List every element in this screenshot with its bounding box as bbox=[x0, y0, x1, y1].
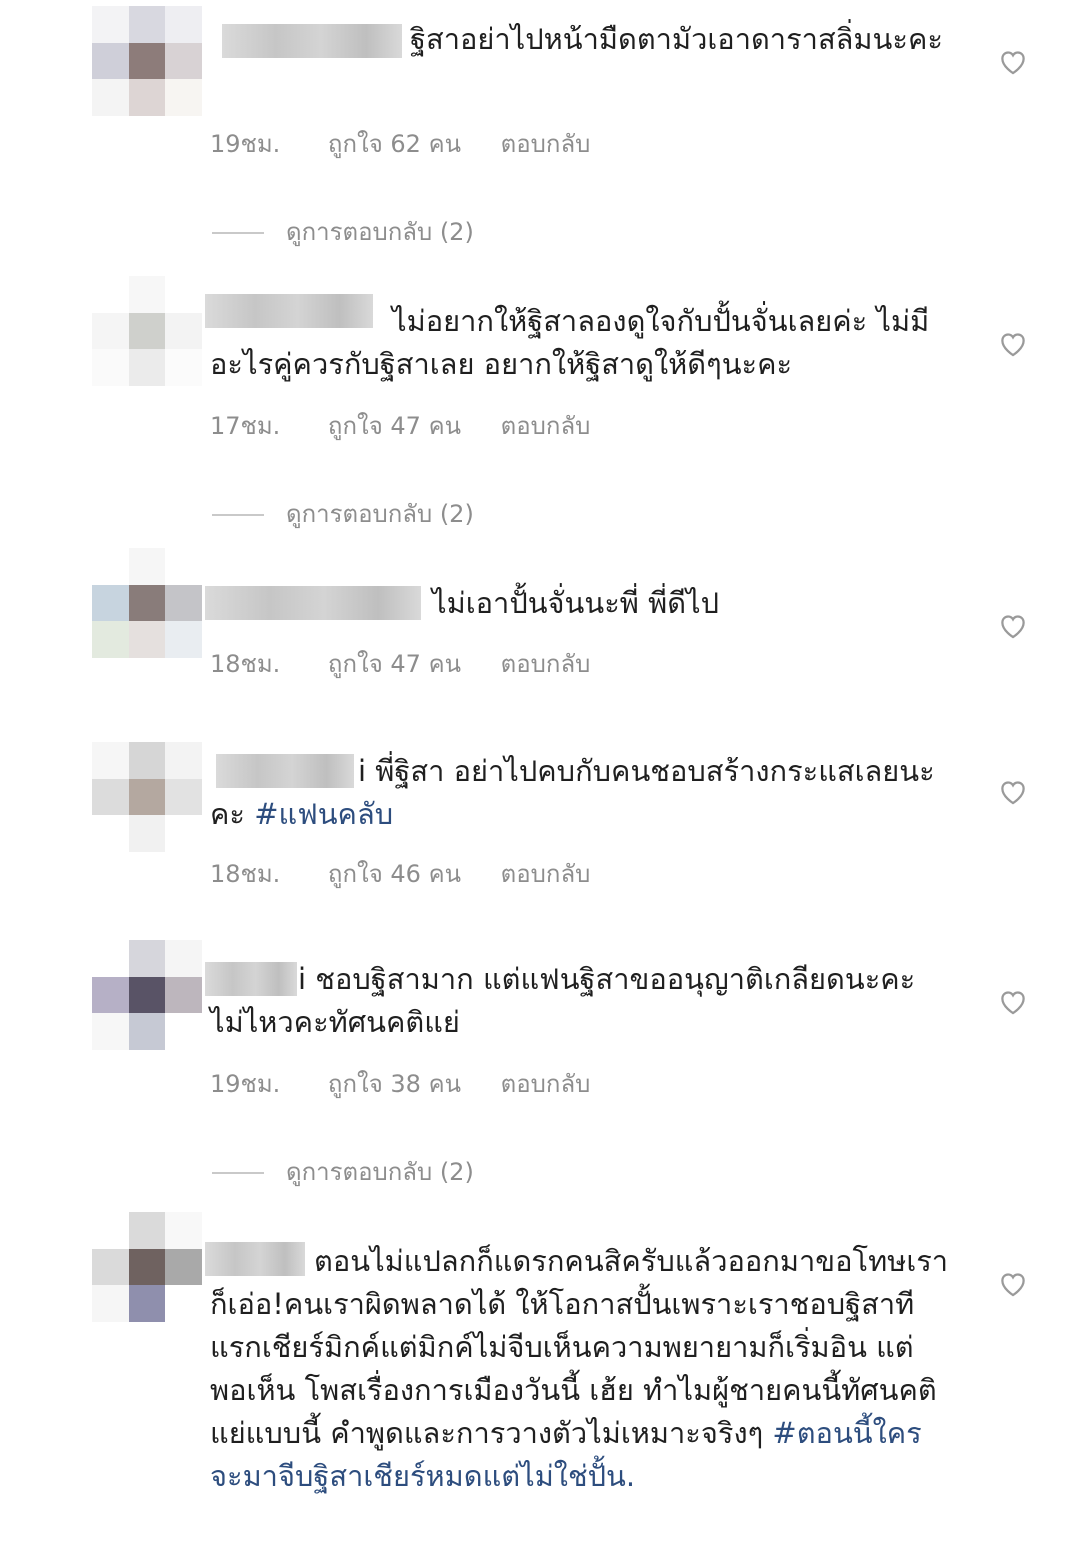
comment-text: ไม่เอาปั้นจั่นนะพี่ พี่ดีไป bbox=[432, 586, 720, 620]
comment-text: ไม่อยากให้ฐิสาลองดูใจกับปั้นจั่นเลยค่ะ ไ… bbox=[210, 304, 930, 381]
timestamp: 19ชม. bbox=[210, 1070, 281, 1098]
comment-meta: 17ชม. ถูกใจ 47 คน ตอบกลับ bbox=[210, 406, 622, 445]
heart-outline-icon[interactable] bbox=[996, 774, 1030, 808]
like-count[interactable]: ถูกใจ 38 คน bbox=[328, 1070, 461, 1098]
heart-outline-icon[interactable] bbox=[996, 1266, 1030, 1300]
heart-outline-icon[interactable] bbox=[996, 326, 1030, 360]
view-replies-button[interactable]: ดูการตอบกลับ (2) bbox=[212, 212, 474, 251]
comment-meta: 19ชม. ถูกใจ 62 คน ตอบกลับ bbox=[210, 124, 622, 163]
comment-text: i พี่ฐิสา อย่าไปคบกับคนชอบสร้างกระแสเลยน… bbox=[210, 754, 935, 831]
avatar[interactable] bbox=[92, 940, 202, 1050]
comment-text: ฐิสาอย่าไปหน้ามืดตามัวเอาดาราสลิ่มนะคะ bbox=[410, 22, 943, 56]
avatar[interactable] bbox=[92, 1212, 202, 1322]
comment-text: ตอนไม่แปลกก็แดรกคนสิครับแล้วออกมาขอโทษเร… bbox=[210, 1244, 949, 1493]
reply-button[interactable]: ตอบกลับ bbox=[501, 1070, 591, 1098]
like-count[interactable]: ถูกใจ 47 คน bbox=[328, 412, 461, 440]
reply-button[interactable]: ตอบกลับ bbox=[501, 860, 591, 888]
divider bbox=[212, 514, 264, 516]
heart-outline-icon[interactable] bbox=[996, 44, 1030, 78]
heart-outline-icon[interactable] bbox=[996, 984, 1030, 1018]
reply-button[interactable]: ตอบกลับ bbox=[501, 412, 591, 440]
comment-meta: 18ชม. ถูกใจ 47 คน ตอบกลับ bbox=[210, 644, 622, 683]
hashtag-link[interactable]: #แฟนคลับ bbox=[254, 797, 393, 831]
timestamp: 17ชม. bbox=[210, 412, 281, 440]
divider bbox=[212, 1172, 264, 1174]
like-count[interactable]: ถูกใจ 46 คน bbox=[328, 860, 461, 888]
reply-button[interactable]: ตอบกลับ bbox=[501, 650, 591, 678]
avatar[interactable] bbox=[92, 276, 202, 386]
divider bbox=[212, 232, 264, 234]
username-redacted[interactable] bbox=[205, 586, 421, 620]
avatar[interactable] bbox=[92, 742, 202, 852]
like-count[interactable]: ถูกใจ 62 คน bbox=[328, 130, 461, 158]
avatar[interactable] bbox=[92, 548, 202, 658]
reply-button[interactable]: ตอบกลับ bbox=[501, 130, 591, 158]
view-replies-button[interactable]: ดูการตอบกลับ (2) bbox=[212, 494, 474, 533]
avatar[interactable] bbox=[92, 6, 202, 116]
view-replies-button[interactable]: ดูการตอบกลับ (2) bbox=[212, 1152, 474, 1191]
comment-meta: 19ชม. ถูกใจ 38 คน ตอบกลับ bbox=[210, 1064, 622, 1103]
like-count[interactable]: ถูกใจ 47 คน bbox=[328, 650, 461, 678]
comment-meta: 18ชม. ถูกใจ 46 คน ตอบกลับ bbox=[210, 854, 622, 893]
timestamp: 18ชม. bbox=[210, 650, 281, 678]
comment-text: i ชอบฐิสามาก แต่แฟนฐิสาขออนุญาติเกลียดนะ… bbox=[210, 962, 916, 1039]
timestamp: 18ชม. bbox=[210, 860, 281, 888]
timestamp: 19ชม. bbox=[210, 130, 281, 158]
heart-outline-icon[interactable] bbox=[996, 608, 1030, 642]
